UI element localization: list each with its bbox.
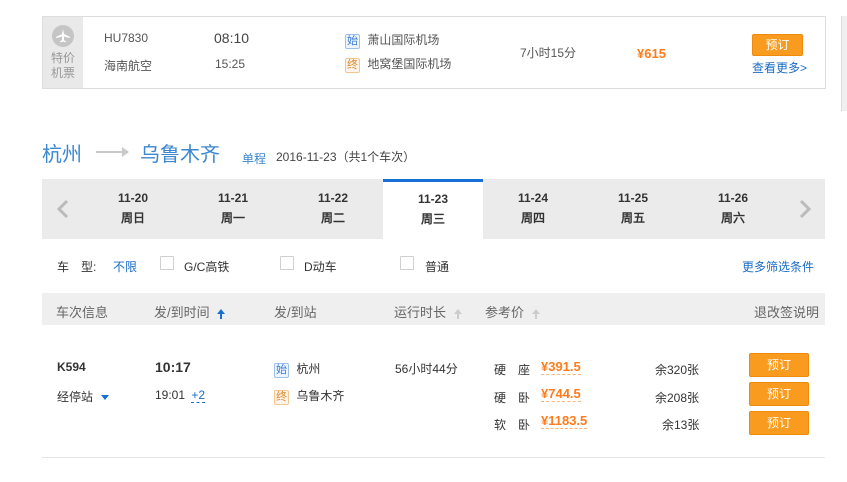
more-filters-link[interactable]: 更多筛选条件 xyxy=(742,258,814,275)
train-arrive-station: 乌鲁木齐 xyxy=(296,389,345,403)
route-summary: 2016-11-23（共1个车次） xyxy=(276,150,416,164)
airline-name: 海南航空 xyxy=(104,59,153,73)
date-selector: 11-20 周日 11-21 周一 11-22 周二 11-23 周三 11-24 周四 11-25… xyxy=(42,179,825,239)
arrive-airport: 地窝堡国际机场 xyxy=(367,57,452,71)
destination-badge-icon: 终 xyxy=(345,58,360,73)
flight-duration: 7小时15分 xyxy=(520,46,577,60)
col-time-label: 发/到时间 xyxy=(154,305,210,320)
route-to: 乌鲁木齐 xyxy=(140,144,220,166)
seat-price[interactable]: ¥391.5 xyxy=(541,359,581,375)
date-tab-weekday: 周日 xyxy=(120,211,145,225)
seat-remaining: 余13张 xyxy=(662,418,700,432)
seat-type: 软 卧 xyxy=(494,418,531,432)
seat-type: 硬 卧 xyxy=(494,391,531,405)
date-tab[interactable]: 11-22 周二 xyxy=(283,179,383,239)
filter-gc-label: G/C高铁 xyxy=(184,260,230,274)
depart-airport: 萧山国际机场 xyxy=(367,33,440,47)
col-duration-label: 运行时长 xyxy=(394,305,447,320)
date-tab[interactable]: 11-21 周一 xyxy=(183,179,283,239)
date-tab-weekday: 周六 xyxy=(720,211,745,225)
col-time-sort[interactable]: 发/到时间 xyxy=(154,302,226,321)
stops-toggle[interactable]: 经停站 xyxy=(57,388,110,405)
filter-gc-checkbox[interactable] xyxy=(160,256,174,270)
date-tab-date: 11-21 xyxy=(217,191,249,205)
date-tab-date: 11-23 xyxy=(417,192,449,206)
flight-arrive-time: 15:25 xyxy=(215,57,246,71)
sort-icon xyxy=(531,308,540,319)
seat-price[interactable]: ¥744.5 xyxy=(541,386,581,402)
flight-price: ¥615 xyxy=(637,46,666,61)
col-price-sort[interactable]: 参考价 xyxy=(485,302,540,321)
train-number: K594 xyxy=(57,360,86,374)
stops-label: 经停站 xyxy=(57,390,94,404)
day-offset[interactable]: +2 xyxy=(191,388,206,403)
row-divider xyxy=(42,457,825,458)
date-tab-date: 11-24 xyxy=(517,191,549,205)
scrollbar[interactable] xyxy=(841,16,847,111)
train-depart-time: 10:17 xyxy=(155,359,191,375)
date-tab[interactable]: 11-24 周四 xyxy=(483,179,583,239)
table-header: 车次信息 发/到时间 发/到站 运行时长 参考价 退改签说明 xyxy=(42,293,825,325)
filter-normal-label: 普通 xyxy=(425,260,450,274)
seat-price[interactable]: ¥1183.5 xyxy=(541,413,588,429)
filter-d-label: D动车 xyxy=(304,260,337,274)
date-tab-weekday: 周一 xyxy=(220,211,245,225)
flight-card: 特价 机票 HU7830 海南航空 08:10 15:25 始 萧山国际机场 终… xyxy=(42,16,826,89)
seat-book-button[interactable]: 预订 xyxy=(749,411,809,435)
filter-normal-checkbox[interactable] xyxy=(400,256,414,270)
date-tab[interactable]: 11-26 周六 xyxy=(683,179,783,239)
seat-remaining: 余320张 xyxy=(655,363,700,377)
airplane-icon xyxy=(52,25,74,47)
col-train-info: 车次信息 xyxy=(56,305,109,320)
flight-number: HU7830 xyxy=(104,31,149,45)
date-tab[interactable]: 11-25 周五 xyxy=(583,179,683,239)
date-tab-weekday: 周四 xyxy=(520,211,545,225)
filter-unlimited[interactable]: 不限 xyxy=(113,258,137,275)
refund-policy-link[interactable]: 退改签说明 xyxy=(754,302,819,321)
caret-down-icon xyxy=(101,395,110,401)
col-price-label: 参考价 xyxy=(485,305,525,320)
date-tab-weekday: 周三 xyxy=(420,212,445,226)
date-tab-date: 11-22 xyxy=(317,191,349,205)
origin-badge-icon: 始 xyxy=(345,34,360,49)
chevron-left-icon[interactable] xyxy=(56,199,70,219)
destination-badge-icon: 终 xyxy=(274,390,289,405)
date-tab[interactable]: 11-20 周日 xyxy=(83,179,183,239)
filter-d-checkbox[interactable] xyxy=(280,256,294,270)
date-tab-date: 11-25 xyxy=(617,191,649,205)
train-arrive-time: 19:01 xyxy=(155,388,186,402)
train-type-label: 车 型: xyxy=(57,260,97,274)
route-from: 杭州 xyxy=(42,144,82,166)
date-tab-date: 11-20 xyxy=(117,191,149,205)
trip-type: 单程 xyxy=(242,152,267,166)
flight-depart-time: 08:10 xyxy=(214,30,250,46)
date-tab[interactable]: 11-23 周三 xyxy=(383,179,483,239)
origin-badge-icon: 始 xyxy=(274,363,289,378)
promo-badge: 特价 机票 xyxy=(43,17,83,88)
promo-label-line1: 特价 xyxy=(50,51,75,65)
train-duration: 56小时44分 xyxy=(395,362,458,376)
date-tab-date: 11-26 xyxy=(717,191,749,205)
col-duration-sort[interactable]: 运行时长 xyxy=(394,302,462,321)
seat-remaining: 余208张 xyxy=(655,391,700,405)
sort-up-active-icon xyxy=(217,308,226,319)
route-arrow-icon xyxy=(96,147,129,157)
seat-type: 硬 座 xyxy=(494,363,531,377)
flight-book-button[interactable]: 预订 xyxy=(752,34,803,56)
seat-book-button[interactable]: 预订 xyxy=(749,353,809,377)
date-tab-weekday: 周五 xyxy=(620,211,645,225)
train-depart-station: 杭州 xyxy=(296,362,321,376)
date-tab-weekday: 周二 xyxy=(320,211,345,225)
view-more-link[interactable]: 查看更多> xyxy=(752,59,807,76)
chevron-right-icon[interactable] xyxy=(798,199,812,219)
col-station: 发/到站 xyxy=(274,305,317,320)
seat-book-button[interactable]: 预订 xyxy=(749,382,809,406)
sort-icon xyxy=(453,308,462,319)
promo-label-line2: 机票 xyxy=(50,66,75,80)
